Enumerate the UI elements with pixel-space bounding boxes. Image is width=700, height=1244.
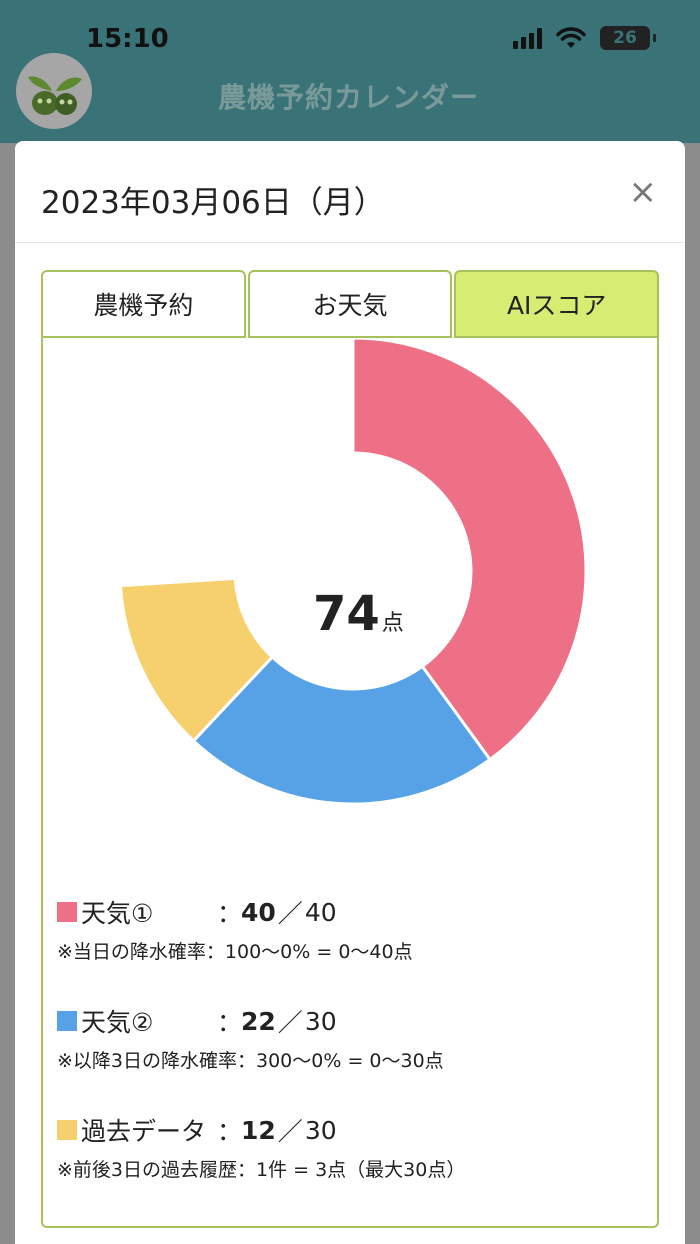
app-bar: 15:10 26 農機予約カレンダー [0, 0, 700, 143]
modal-header: 2023年03月06日（月） × [15, 141, 685, 243]
total-score-value: 74 [313, 586, 380, 642]
total-score-unit: 点 [381, 611, 404, 636]
legend-item-weather2: 天気② ： 22 ／ 30 ※以降3日の降水確率：300〜0% = 0〜30点 [57, 1002, 647, 1073]
app-title: 農機予約カレンダー [218, 81, 480, 114]
tab-weather[interactable]: お天気 [247, 270, 453, 338]
status-icons: 26 [513, 26, 656, 50]
legend-max: 30 [304, 1115, 337, 1145]
legend-swatch [57, 902, 77, 922]
legend-swatch [57, 1120, 77, 1140]
legend-note: ※前後3日の過去履歴：1件 = 3点（最大30点） [57, 1159, 466, 1181]
legend-item-weather1: 天気① ： 40 ／ 40 ※当日の降水確率：100〜0% = 0〜40点 [57, 893, 647, 964]
sprout-logo-icon[interactable] [16, 53, 92, 129]
day-detail-modal: 2023年03月06日（月） × 農機予約 お天気 AIスコア 74 点 天気①… [15, 141, 685, 1244]
legend-score: 22 [241, 1006, 276, 1036]
score-legend: 天気① ： 40 ／ 40 ※当日の降水確率：100〜0% = 0〜40点 天気… [57, 893, 647, 1220]
legend-slash: ／ [277, 1008, 303, 1037]
ai-score-panel: 74 点 天気① ： 40 ／ 40 ※当日の降水確率：100〜0% = 0〜4… [41, 338, 659, 1228]
legend-colon: ： [217, 1117, 243, 1146]
legend-note: ※以降3日の降水確率：300〜0% = 0〜30点 [57, 1050, 444, 1072]
status-time: 15:10 [86, 24, 169, 54]
wifi-icon [556, 27, 586, 48]
tab-bar: 農機予約 お天気 AIスコア [41, 270, 660, 338]
legend-label: 過去データ [81, 1117, 207, 1146]
cellular-signal-icon [513, 27, 542, 49]
tab-ai-score[interactable]: AIスコア [454, 270, 660, 338]
legend-colon: ： [217, 899, 243, 928]
legend-swatch [57, 1011, 77, 1031]
legend-score: 12 [241, 1115, 276, 1145]
legend-slash: ／ [277, 899, 303, 928]
legend-colon: ： [217, 1008, 243, 1037]
legend-label: 天気② [81, 1008, 154, 1037]
legend-max: 30 [304, 1006, 337, 1036]
battery-icon: 26 [600, 26, 656, 50]
legend-note: ※当日の降水確率：100〜0% = 0〜40点 [57, 941, 413, 963]
legend-slash: ／ [277, 1117, 303, 1146]
legend-max: 40 [304, 897, 337, 927]
modal-date-title: 2023年03月06日（月） [41, 185, 385, 221]
legend-label: 天気① [81, 899, 154, 928]
close-button[interactable]: × [629, 175, 658, 209]
legend-score: 40 [241, 897, 276, 927]
total-score: 74 点 [313, 586, 404, 642]
legend-item-past-data: 過去データ ： 12 ／ 30 ※前後3日の過去履歴：1件 = 3点（最大30点… [57, 1111, 647, 1182]
tab-machine-reservation[interactable]: 農機予約 [41, 270, 246, 338]
